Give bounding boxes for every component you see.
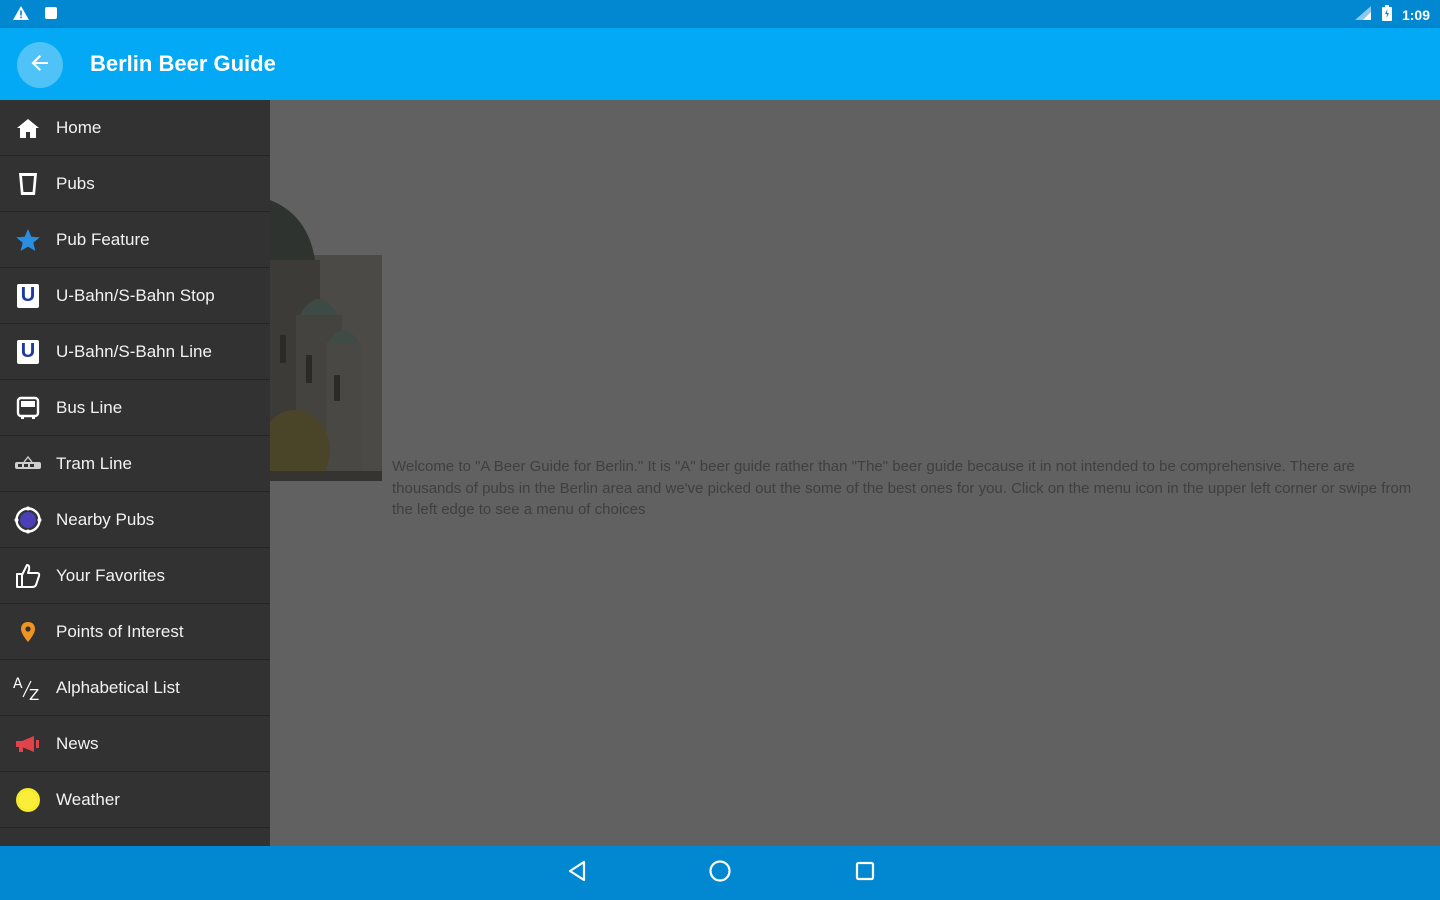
drawer-item-label: Your Favorites — [56, 565, 165, 585]
drawer-item-points-of-interest[interactable]: Points of Interest — [0, 604, 270, 660]
drawer-item-pubs[interactable]: Pubs — [0, 156, 270, 212]
warning-icon — [12, 5, 30, 26]
nav-back-button[interactable] — [563, 859, 591, 887]
megaphone-icon — [0, 734, 56, 754]
battery-icon — [1381, 5, 1392, 24]
drawer-item-nearby-pubs[interactable]: Nearby Pubs — [0, 492, 270, 548]
drawer-item-your-favorites[interactable]: Your Favorites — [0, 548, 270, 604]
drawer-item-alphabetical-list[interactable]: AZ Alphabetical List — [0, 660, 270, 716]
nearby-icon — [0, 506, 56, 534]
drawer-item-label: Pubs — [56, 173, 95, 193]
ubahn-icon: U — [0, 283, 56, 308]
arrow-back-icon — [30, 53, 50, 78]
glass-icon — [0, 172, 56, 196]
back-button[interactable] — [17, 42, 63, 88]
drawer-item-label: Home — [56, 117, 102, 137]
notification-square-icon — [44, 6, 58, 25]
drawer-item-home[interactable]: Home — [0, 100, 270, 156]
drawer-item-pub-feature[interactable]: Pub Feature — [0, 212, 270, 268]
svg-text:Z: Z — [29, 686, 39, 701]
drawer-item-label: Pub Feature — [56, 229, 150, 249]
map-pin-icon — [0, 621, 56, 643]
drawer-item-label: U-Bahn/S-Bahn Stop — [56, 285, 215, 305]
drawer-item-news[interactable]: News — [0, 716, 270, 772]
signal-icon — [1354, 5, 1372, 24]
clock-time: 1:09 — [1401, 6, 1430, 23]
status-bar: 1:09 — [0, 0, 1440, 28]
drawer-item-label: Alphabetical List — [56, 677, 180, 697]
drawer-item-label: Tram Line — [56, 453, 132, 473]
ubahn-icon: U — [0, 339, 56, 364]
drawer-item-tram-line[interactable]: Tram Line — [0, 436, 270, 492]
app-bar: Berlin Beer Guide — [0, 28, 1440, 100]
nav-home-button[interactable] — [706, 859, 734, 887]
square-recents-icon — [854, 860, 876, 887]
drawer-item-bus-line[interactable]: Bus Line — [0, 380, 270, 436]
navigation-drawer: Home Pubs Pub Feature U U-Bahn/S-Bahn St… — [0, 100, 270, 846]
alphabetical-icon: AZ — [0, 675, 56, 701]
drawer-item-ubahn-line[interactable]: U U-Bahn/S-Bahn Line — [0, 324, 270, 380]
system-navigation-bar — [0, 846, 1440, 900]
nav-recents-button[interactable] — [851, 859, 879, 887]
circle-home-icon — [708, 859, 732, 888]
bus-icon — [0, 396, 56, 420]
tram-icon — [0, 455, 56, 472]
thumbs-up-icon — [0, 562, 56, 590]
intro-text: Welcome to "A Beer Guide for Berlin." It… — [392, 458, 1412, 518]
drawer-item-label: Bus Line — [56, 397, 123, 417]
drawer-item-label: U-Bahn/S-Bahn Line — [56, 341, 212, 361]
drawer-item-weather[interactable]: Weather — [0, 772, 270, 828]
triangle-back-icon — [566, 860, 588, 887]
drawer-item-label: News — [56, 733, 99, 753]
star-icon — [0, 228, 56, 252]
drawer-item-label: Points of Interest — [56, 621, 184, 641]
home-icon — [0, 117, 56, 139]
main-content: Welcome to "A Beer Guide for Berlin." It… — [270, 100, 1440, 846]
app-title: Berlin Beer Guide — [90, 51, 276, 76]
svg-text:A: A — [13, 676, 23, 692]
sun-icon — [0, 786, 56, 814]
berlin-cathedral-image — [270, 195, 382, 481]
drawer-item-label: Weather — [56, 789, 120, 809]
drawer-item-label: Nearby Pubs — [56, 509, 155, 529]
drawer-item-ubahn-stop[interactable]: U U-Bahn/S-Bahn Stop — [0, 268, 270, 324]
